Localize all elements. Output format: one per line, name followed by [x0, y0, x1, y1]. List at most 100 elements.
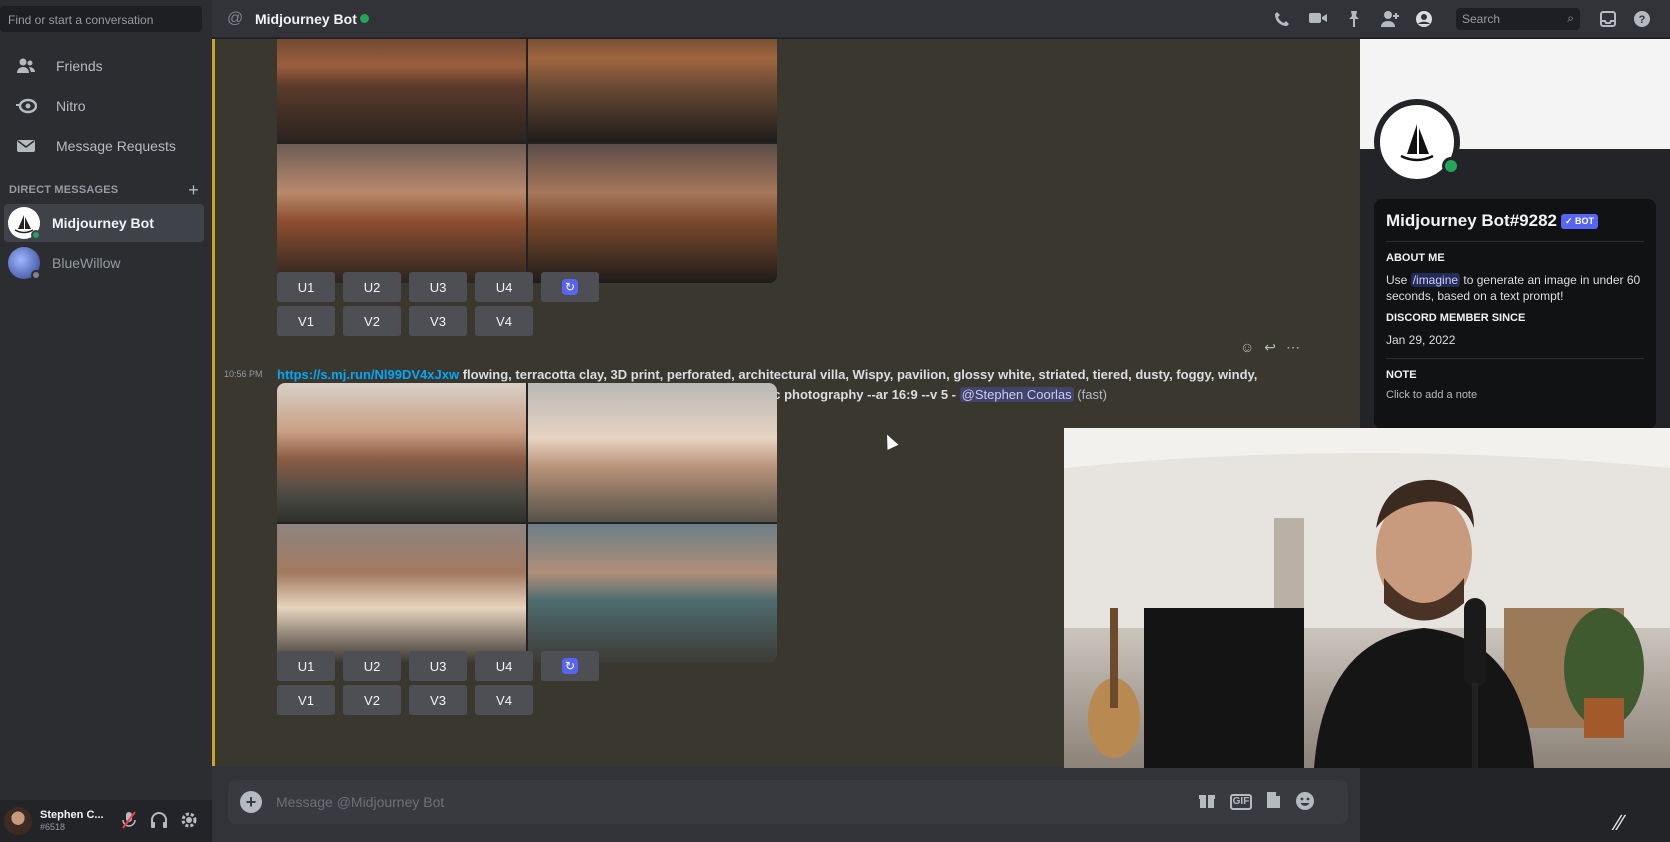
- nav-item-friends[interactable]: Friends: [8, 46, 204, 86]
- nitro-icon: [14, 94, 38, 118]
- v1-button[interactable]: V1: [277, 685, 335, 715]
- reply-icon[interactable]: ↩: [1264, 339, 1276, 356]
- online-status-icon: [360, 14, 369, 23]
- user-name: Stephen C...: [40, 809, 104, 821]
- nav-label-friends: Friends: [56, 58, 103, 74]
- nav-item-message-requests[interactable]: Message Requests: [8, 126, 204, 166]
- webcam-overlay: [1064, 428, 1670, 768]
- prompt-image-link[interactable]: https://s.mj.run/Nl99DV4xJxw: [277, 367, 459, 382]
- gif-icon[interactable]: GIF: [1230, 794, 1252, 810]
- image-tile[interactable]: [528, 39, 777, 142]
- image-tile[interactable]: [528, 383, 777, 522]
- u3-button[interactable]: U3: [409, 651, 467, 681]
- user-info[interactable]: Stephen C... #6518: [40, 809, 104, 833]
- add-reaction-icon[interactable]: ☺: [1240, 339, 1254, 356]
- sticker-icon[interactable]: [1262, 791, 1284, 813]
- user-avatar[interactable]: [4, 807, 32, 835]
- v2-button[interactable]: V2: [343, 306, 401, 336]
- channel-title: Midjourney Bot: [255, 11, 357, 27]
- user-profile-icon[interactable]: [1414, 10, 1434, 30]
- profile-name: Midjourney Bot#9282 ✓ BOT: [1386, 211, 1644, 231]
- u3-button[interactable]: U3: [409, 272, 467, 302]
- bluewillow-avatar: [8, 247, 41, 280]
- image-tile[interactable]: [277, 524, 526, 663]
- v4-button[interactable]: V4: [475, 306, 533, 336]
- mute-microphone-icon[interactable]: [122, 811, 136, 834]
- user-tag: #6518: [40, 822, 66, 832]
- reroll-button[interactable]: ↻: [541, 272, 599, 302]
- note-heading: NOTE: [1386, 369, 1417, 381]
- v3-button[interactable]: V3: [409, 685, 467, 715]
- dm-item-midjourney-bot[interactable]: Midjourney Bot: [4, 204, 204, 242]
- help-icon[interactable]: ?: [1632, 10, 1652, 30]
- mail-icon: [14, 134, 38, 158]
- svg-text:?: ?: [1639, 14, 1646, 26]
- dm-label-bluewillow: BlueWillow: [52, 255, 121, 271]
- nav-item-nitro[interactable]: Nitro: [8, 86, 204, 126]
- more-options-icon[interactable]: ⋯: [1286, 339, 1300, 356]
- image-tile[interactable]: [277, 144, 526, 283]
- channel-logo-icon: ∕∕: [1616, 810, 1624, 835]
- speed-mode: (fast): [1077, 387, 1107, 402]
- upscale-button-row: U1 U2 U3 U4 ↻: [277, 272, 599, 302]
- image-grid-previous[interactable]: [277, 39, 777, 283]
- member-since-date: Jan 29, 2022: [1386, 333, 1456, 347]
- dm-label-midjourney-bot: Midjourney Bot: [52, 215, 154, 231]
- search-input[interactable]: Search ⌕: [1456, 8, 1580, 30]
- direct-messages-label: DIRECT MESSAGES: [9, 184, 119, 196]
- image-tile[interactable]: [528, 524, 777, 663]
- channel-header: @ Midjourney Bot Search ⌕ ?: [212, 0, 1670, 38]
- note-input[interactable]: Click to add a note: [1386, 389, 1644, 401]
- user-panel: Stephen C... #6518: [0, 800, 212, 842]
- inbox-icon[interactable]: [1598, 10, 1618, 30]
- add-friend-icon[interactable]: [1380, 10, 1400, 30]
- pinned-messages-icon[interactable]: [1344, 10, 1364, 30]
- v3-button[interactable]: V3: [409, 306, 467, 336]
- emoji-icon[interactable]: [1294, 791, 1316, 813]
- reroll-button[interactable]: ↻: [541, 651, 599, 681]
- offline-status-icon: [31, 270, 41, 280]
- variation-button-row: V1 V2 V3 V4: [277, 306, 533, 336]
- user-settings-gear-icon[interactable]: [180, 811, 198, 834]
- direct-messages-header: DIRECT MESSAGES +: [9, 180, 199, 200]
- u4-button[interactable]: U4: [475, 272, 533, 302]
- u2-button[interactable]: U2: [343, 651, 401, 681]
- create-dm-plus-icon[interactable]: +: [188, 180, 199, 201]
- dm-item-bluewillow[interactable]: BlueWillow: [4, 244, 204, 282]
- bot-badge: ✓ BOT: [1561, 214, 1599, 230]
- imagine-command[interactable]: /imagine: [1410, 273, 1461, 287]
- sailboat-logo-icon: [1400, 124, 1434, 162]
- image-tile[interactable]: [528, 144, 777, 283]
- member-since-heading: DISCORD MEMBER SINCE: [1386, 312, 1526, 324]
- u4-button[interactable]: U4: [475, 651, 533, 681]
- u1-button[interactable]: U1: [277, 272, 335, 302]
- image-tile[interactable]: [277, 383, 526, 522]
- image-tile[interactable]: [277, 39, 526, 142]
- video-call-icon[interactable]: [1308, 10, 1328, 30]
- v2-button[interactable]: V2: [343, 685, 401, 715]
- online-status-icon: [31, 230, 41, 240]
- gift-icon[interactable]: [1196, 791, 1218, 813]
- midjourney-avatar: [8, 207, 41, 240]
- user-mention[interactable]: @Stephen Coorlas: [959, 387, 1074, 402]
- divider: [1386, 241, 1644, 242]
- upload-plus-icon[interactable]: +: [240, 791, 262, 813]
- image-grid-current[interactable]: [277, 383, 777, 663]
- headphones-icon[interactable]: [150, 811, 168, 834]
- message-input[interactable]: [276, 792, 976, 812]
- about-text-pre: Use: [1386, 273, 1408, 287]
- composer-box: + GIF: [228, 780, 1348, 824]
- upscale-button-row-current: U1 U2 U3 U4 ↻: [277, 651, 599, 681]
- find-conversation-input[interactable]: Find or start a conversation: [0, 6, 202, 32]
- webcam-scene: [1064, 428, 1670, 768]
- u1-button[interactable]: U1: [277, 651, 335, 681]
- v4-button[interactable]: V4: [475, 685, 533, 715]
- variation-button-row-current: V1 V2 V3 V4: [277, 685, 533, 715]
- u2-button[interactable]: U2: [343, 272, 401, 302]
- divider: [1386, 358, 1644, 359]
- nav-label-message-requests: Message Requests: [56, 138, 176, 154]
- dm-sidebar: Find or start a conversation Friends Nit…: [0, 0, 212, 842]
- message-timestamp: 10:56 PM: [224, 369, 263, 379]
- v1-button[interactable]: V1: [277, 306, 335, 336]
- voice-call-icon[interactable]: [1272, 10, 1292, 30]
